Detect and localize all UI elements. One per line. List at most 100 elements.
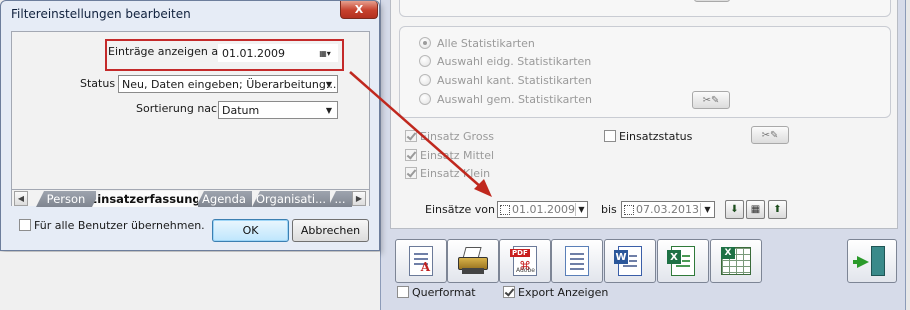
printer-icon xyxy=(458,247,488,275)
checkbox[interactable] xyxy=(405,149,417,161)
filter-settings-dialog: Filtereinstellungen bearbeiten X Einträg… xyxy=(0,0,380,251)
exit-button[interactable] xyxy=(847,239,897,283)
print-button[interactable] xyxy=(447,239,499,283)
radio-button[interactable] xyxy=(419,37,431,49)
excel-export-button[interactable]: X xyxy=(657,239,709,283)
check-apply-all-users[interactable]: Für alle Benutzer übernehmen. xyxy=(19,217,205,233)
date-enable-checkbox[interactable] xyxy=(624,204,634,215)
tab-organisation[interactable]: Organisati... xyxy=(252,191,330,207)
date-enable-checkbox[interactable] xyxy=(500,204,510,215)
radio-alle-statistikarten[interactable]: Alle Statistikarten xyxy=(419,35,535,51)
word-export-button[interactable]: W xyxy=(604,239,656,283)
tab-agenda[interactable]: Agenda xyxy=(196,191,252,207)
date-from-value: 01.01.2009 xyxy=(512,203,575,216)
tab-label: Agenda xyxy=(202,192,246,206)
bis-label: bis xyxy=(601,203,617,216)
highlight-box xyxy=(105,39,344,71)
underlying-window xyxy=(0,252,380,310)
status-label: Status xyxy=(80,77,116,90)
radio-label: Auswahl gem. Statistikarten xyxy=(437,92,592,106)
chevron-down-icon[interactable]: ▼ xyxy=(321,76,337,92)
tab-scroll-right[interactable]: ▶ xyxy=(352,191,366,206)
ok-button[interactable]: OK xyxy=(212,219,289,242)
tab-label: Einsatzerfassung xyxy=(89,192,201,206)
calendar-icon: ▦ xyxy=(750,204,761,215)
chevron-down-icon[interactable]: ▼ xyxy=(574,203,587,216)
check-einsatzstatus[interactable]: Einsatzstatus xyxy=(604,128,692,144)
sort-select[interactable]: Datum ▼ xyxy=(218,101,338,119)
edit-filter-icon: ✂✎ xyxy=(761,129,779,141)
checkbox[interactable] xyxy=(405,130,417,142)
checkbox[interactable] xyxy=(604,130,616,142)
checkbox[interactable] xyxy=(19,219,31,231)
statistics-group: Alle Statistikarten Auswahl eidg. Statis… xyxy=(399,26,891,118)
filter-area: Alle Statistikarten Auswahl eidg. Statis… xyxy=(390,0,898,229)
arrow-up-icon: ⬆ xyxy=(773,204,782,215)
radio-gem[interactable]: Auswahl gem. Statistikarten xyxy=(419,91,592,107)
date-down-button[interactable]: ⬇ xyxy=(725,200,744,219)
window-edge xyxy=(906,0,910,310)
tab-person[interactable]: Person xyxy=(36,191,96,207)
checkbox-label: Einsatzstatus xyxy=(619,129,693,143)
date-to-value: 07.03.2013 xyxy=(636,203,699,216)
status-value: Neu, Daten eingeben; Überarbeitung... xyxy=(122,77,337,91)
document-button[interactable] xyxy=(551,239,603,283)
cancel-button[interactable]: Abbrechen xyxy=(292,219,369,242)
radio-kant[interactable]: Auswahl kant. Statistikarten xyxy=(419,72,592,88)
pdf-button[interactable]: PDF ⌘ Adobe xyxy=(499,239,551,283)
sort-value: Datum xyxy=(222,103,260,117)
date-from-picker[interactable]: 01.01.2009 ▼ xyxy=(497,201,588,218)
checkbox-label: Einsatz Klein xyxy=(420,166,491,180)
excel-table-icon: X xyxy=(721,247,751,275)
report-button[interactable]: A xyxy=(395,239,447,283)
close-button[interactable]: X xyxy=(340,1,378,19)
tab-einsatzerfassung[interactable]: Einsatzerfassung xyxy=(92,191,198,207)
tab-bar: ◀ Person Einsatzerfassung Agenda Organis… xyxy=(12,189,369,207)
excel-icon: X xyxy=(667,246,695,276)
check-einsatz-klein[interactable]: Einsatz Klein xyxy=(405,165,490,181)
edit-filter-icon: ✂✎ xyxy=(702,94,720,106)
pdf-icon: PDF ⌘ Adobe xyxy=(510,246,537,276)
checkbox-label: Für alle Benutzer übernehmen. xyxy=(34,218,205,232)
checkbox[interactable] xyxy=(397,286,409,298)
calendar-button[interactable]: ▦ xyxy=(746,200,765,219)
radio-eidg[interactable]: Auswahl eidg. Statistikarten xyxy=(419,53,591,69)
date-to-picker[interactable]: 07.03.2013 ▼ xyxy=(621,201,715,218)
chevron-right-icon: ▶ xyxy=(355,194,363,203)
checkbox-label: Querformat xyxy=(412,285,476,299)
radio-label: Alle Statistikarten xyxy=(437,36,535,50)
edit-gem-statistics-button[interactable]: ✂✎ xyxy=(692,91,730,109)
excel-table-export-button[interactable]: X xyxy=(710,239,762,283)
einsaetze-von-label: Einsätze von xyxy=(425,203,496,216)
checkbox[interactable] xyxy=(405,167,417,179)
radio-button[interactable] xyxy=(419,74,431,86)
radio-button[interactable] xyxy=(419,55,431,67)
word-icon: W xyxy=(614,246,642,276)
exit-door-icon xyxy=(853,246,887,276)
tab-label: ... xyxy=(334,192,346,206)
document-icon xyxy=(565,246,589,276)
chevron-down-icon[interactable]: ▼ xyxy=(700,203,714,216)
status-select[interactable]: Neu, Daten eingeben; Überarbeitung... ▼ xyxy=(118,75,338,93)
check-export-anzeigen[interactable]: Export Anzeigen xyxy=(503,284,608,300)
edit-filter-button-top[interactable] xyxy=(694,0,730,2)
radio-label: Auswahl eidg. Statistikarten xyxy=(437,54,592,68)
check-einsatz-mittel[interactable]: Einsatz Mittel xyxy=(405,147,494,163)
tab-label: Organisati... xyxy=(255,192,327,206)
sort-label: Sortierung nach xyxy=(136,102,225,115)
date-up-button[interactable]: ⬆ xyxy=(768,200,787,219)
arrow-down-icon: ⬇ xyxy=(730,204,739,215)
button-label: Abbrechen xyxy=(300,224,361,237)
radio-button[interactable] xyxy=(419,93,431,105)
tab-more[interactable]: ... xyxy=(328,191,352,207)
check-einsatz-gross[interactable]: Einsatz Gross xyxy=(405,128,494,144)
edit-einsatzstatus-button[interactable]: ✂✎ xyxy=(751,126,789,144)
top-group xyxy=(399,0,891,17)
pdf-badge: PDF xyxy=(510,249,530,257)
tab-scroll-left[interactable]: ◀ xyxy=(14,191,28,206)
chevron-down-icon[interactable]: ▼ xyxy=(321,102,337,118)
checkbox[interactable] xyxy=(503,286,515,298)
main-window: Alle Statistikarten Auswahl eidg. Statis… xyxy=(380,0,906,310)
report-icon: A xyxy=(409,246,433,276)
check-querformat[interactable]: Querformat xyxy=(397,284,476,300)
